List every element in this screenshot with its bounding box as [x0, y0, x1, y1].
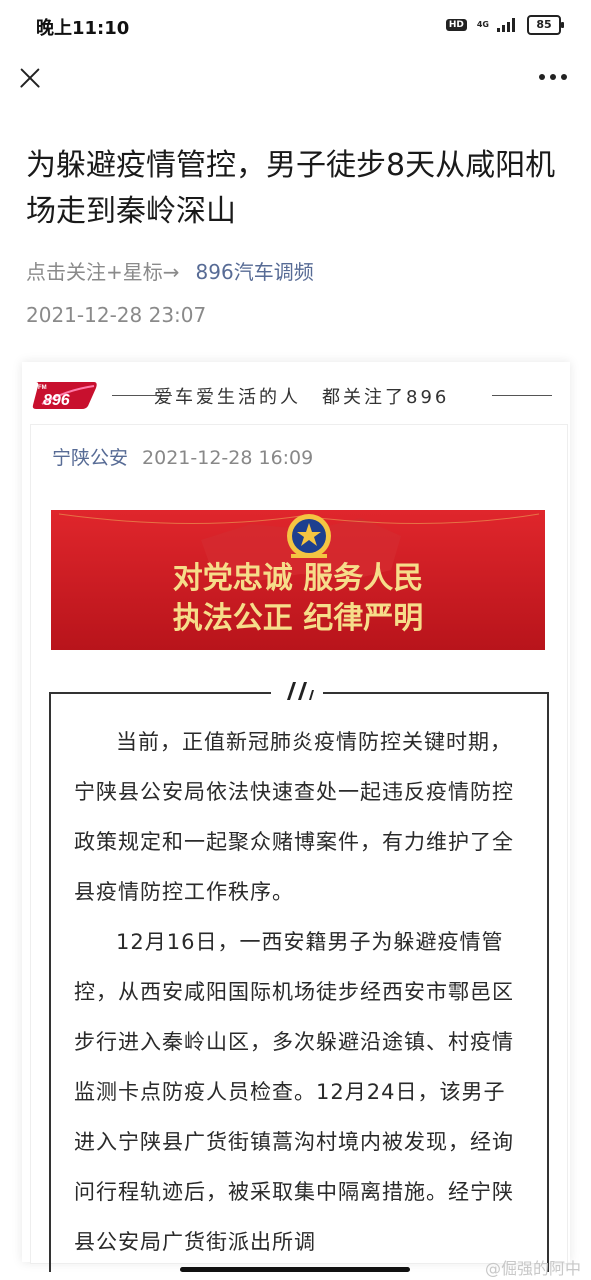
article-paragraph-2: 12月16日，一西安籍男子为躲避疫情管控，从西安咸阳国际机场徒步经西安市鄠邑区步… [74, 930, 514, 1254]
police-slogan-banner: 对党忠诚 服务人民 执法公正 纪律严明 [51, 510, 545, 650]
source-date: 2021-12-28 16:09 [142, 447, 314, 469]
radio-896-logo: FM 896 [32, 382, 97, 409]
battery-icon: 85 [527, 15, 564, 35]
hd-icon: HD [445, 19, 467, 31]
banner-line1: 对党忠诚 服务人民 [173, 561, 423, 596]
network-label: 4G [476, 20, 489, 29]
source-row: 宁陕公安 2021-12-28 16:09 [52, 443, 313, 470]
quote-icon [287, 682, 314, 700]
logo-fm-text: FM [38, 385, 47, 391]
meta-row: 点击关注+星标→ 896汽车调频 [26, 256, 314, 285]
article-title: 为躲避疫情管控，男子徒步8天从咸阳机场走到秦岭深山 [26, 148, 556, 229]
police-emblem-icon [287, 514, 331, 558]
nav-bar [0, 52, 591, 106]
divider-line-right [492, 395, 552, 396]
box-top-border-left [49, 692, 271, 694]
more-icon[interactable] [539, 74, 567, 80]
home-indicator[interactable] [180, 1267, 410, 1272]
status-bar: 晚上11:10 HD 4G 85 [0, 0, 591, 52]
brand-slogan: 爱车爱生活的人 都关注了896 [154, 387, 450, 408]
status-time: 晚上11:10 [36, 18, 130, 39]
close-icon[interactable] [16, 64, 44, 92]
watermark: @倔强的阿中 [484, 1259, 581, 1278]
brand-strip: FM 896 爱车爱生活的人 都关注了896 [30, 378, 570, 414]
follow-prompt[interactable]: 点击关注+星标→ [26, 260, 180, 284]
network-indicator: 4G [477, 21, 489, 29]
banner-graphic: 对党忠诚 服务人民 执法公正 纪律严明 [51, 510, 545, 650]
source-account-link[interactable]: 宁陕公安 [52, 447, 128, 469]
box-top-border-right [323, 692, 547, 694]
signal-icon [497, 18, 515, 32]
status-icons: HD 4G 85 [445, 15, 564, 35]
publish-date: 2021-12-28 23:07 [26, 303, 207, 327]
battery-level: 85 [536, 18, 552, 31]
logo-number-text: 896 [43, 392, 70, 409]
account-name-link[interactable]: 896汽车调频 [196, 260, 314, 284]
banner-line2: 执法公正 纪律严明 [173, 601, 423, 636]
article-paragraph-1: 当前，正值新冠肺炎疫情防控关键时期，宁陕县公安局依法快速查处一起违反疫情防控政策… [74, 730, 514, 904]
article-body: 当前，正值新冠肺炎疫情防控关键时期，宁陕县公安局依法快速查处一起违反疫情防控政策… [74, 717, 522, 1267]
